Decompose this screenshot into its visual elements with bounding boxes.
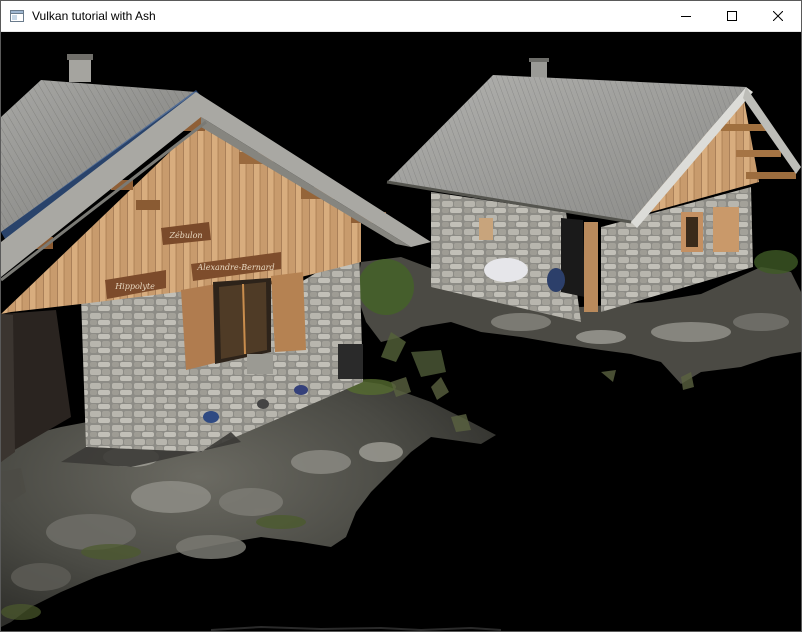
minimize-button[interactable] — [663, 1, 709, 31]
svg-text:Zébulon: Zébulon — [168, 231, 202, 240]
scene-render: Zébulon Hippolyte Alexandre-Bernard — [1, 54, 801, 631]
shrub — [358, 259, 414, 315]
window-controls — [663, 1, 801, 31]
title-bar[interactable]: Vulkan tutorial with Ash — [1, 1, 801, 32]
right-shutter — [271, 272, 306, 352]
minimize-icon — [681, 16, 691, 17]
maximize-button[interactable] — [709, 1, 755, 31]
left-shutter — [181, 284, 219, 370]
shrub-right — [754, 250, 798, 274]
app-window: Vulkan tutorial with Ash Zébulon Hippoly… — [0, 0, 802, 632]
window-app-icon — [10, 10, 24, 22]
3d-render-viewport[interactable]: Zébulon Hippolyte Alexandre-Bernard — [1, 32, 801, 631]
close-button[interactable] — [755, 1, 801, 31]
svg-text:Hippolyte: Hippolyte — [114, 282, 155, 291]
close-icon — [773, 11, 783, 21]
svg-text:Alexandre-Bernard: Alexandre-Bernard — [196, 263, 274, 272]
maximize-icon — [727, 11, 737, 21]
window-title: Vulkan tutorial with Ash — [32, 9, 156, 23]
